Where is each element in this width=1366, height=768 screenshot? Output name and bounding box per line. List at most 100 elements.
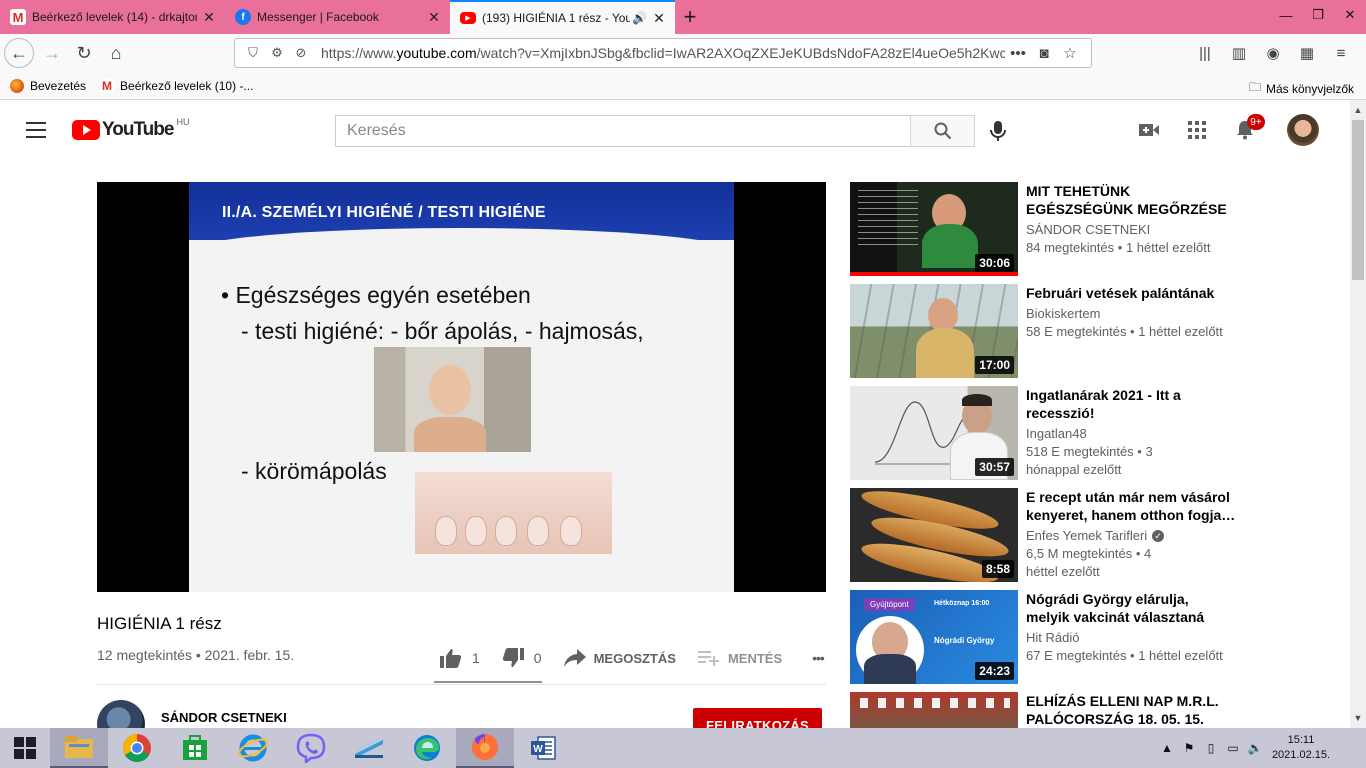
close-tab-icon[interactable]: ✕ (201, 9, 217, 26)
video-info: Nógrádi György elárulja, melyik vakcinát… (1026, 590, 1236, 665)
search-button[interactable] (910, 115, 975, 147)
tab-gmail[interactable]: M Beérkező levelek (14) - drkajtorn ✕ (0, 0, 225, 34)
other-bookmarks-label: Más könyvjelzők (1265, 81, 1354, 96)
dislike-button[interactable]: 0 (502, 648, 542, 668)
video-thumbnail[interactable]: 8:58 (850, 488, 1018, 582)
autoplay-blocked-icon[interactable]: ⊘ (291, 45, 311, 61)
duration-badge: 30:06 (975, 254, 1014, 272)
other-bookmarks[interactable]: 🗀 Más könyvjelzők (1249, 78, 1354, 99)
extensions-icon[interactable]: ▦ (1290, 38, 1324, 68)
sidebar-icon[interactable]: ▥ (1222, 38, 1256, 68)
recommended-channel[interactable]: Ingatlan48 (1026, 426, 1236, 441)
internet-explorer-icon[interactable] (224, 728, 282, 768)
recommended-channel[interactable]: Enfes Yemek Tarifleri ✓ (1026, 528, 1236, 543)
video-thumbnail[interactable]: 30:57 (850, 386, 1018, 480)
bookmark-star-icon[interactable]: ☆ (1057, 44, 1083, 62)
browser-tab-strip: M Beérkező levelek (14) - drkajtorn ✕ f … (0, 0, 1366, 34)
store-icon[interactable] (166, 728, 224, 768)
recommended-channel[interactable]: Biokiskertem (1026, 306, 1236, 321)
clock[interactable]: 15:11 2021.02.15. (1266, 733, 1336, 763)
thumbs-down-icon (502, 648, 524, 667)
recommended-video[interactable]: Gyújtópont Hétköznap 16:00 Nógrádi Györg… (850, 590, 1250, 684)
url-bar[interactable]: ⛉ ⚙ ⊘ https://www.youtube.com/watch?v=Xm… (234, 38, 1092, 68)
flag-icon[interactable]: ⚑ (1178, 741, 1200, 755)
hamburger-menu-icon[interactable] (26, 122, 46, 138)
new-tab-button[interactable]: + (675, 0, 705, 34)
recommended-title[interactable]: Ingatlanárak 2021 - Itt a recesszió! (1026, 386, 1236, 422)
back-button[interactable]: ← (4, 38, 34, 68)
minimize-icon[interactable]: — (1270, 0, 1302, 30)
tab-youtube[interactable]: ▶ (193) HIGIÉNIA 1 rész - YouTube 🔊 ✕ (450, 0, 675, 34)
recommended-video[interactable]: 8:58 E recept után már nem vásárol kenye… (850, 488, 1250, 582)
video-thumbnail[interactable]: 30:06 (850, 182, 1018, 276)
volume-icon[interactable]: 🔈 (1244, 741, 1266, 755)
edge-icon[interactable] (398, 728, 456, 768)
save-button[interactable]: MENTÉS (697, 650, 782, 666)
recommended-title[interactable]: Nógrádi György elárulja, melyik vakcinát… (1026, 590, 1236, 626)
close-window-icon[interactable]: ✕ (1334, 0, 1366, 30)
scanner-app-icon[interactable] (340, 728, 398, 768)
shield-icon[interactable]: ⛉ (243, 45, 263, 61)
youtube-logo[interactable]: YouTube HU (72, 117, 189, 141)
viber-icon[interactable] (282, 728, 340, 768)
permissions-icon[interactable]: ⚙ (267, 45, 287, 61)
forward-button[interactable]: → (36, 37, 68, 69)
reload-button[interactable]: ↻ (68, 37, 100, 69)
share-button[interactable]: MEGOSZTÁS (563, 649, 676, 667)
pocket-icon[interactable]: ◙ (1031, 45, 1057, 62)
speaker-icon[interactable]: 🔊 (632, 11, 647, 25)
scroll-up-icon[interactable]: ▲ (1350, 102, 1366, 118)
recommended-video[interactable]: 17:00 Februári vetések palántának Biokis… (850, 284, 1250, 378)
more-actions-button[interactable]: ••• (812, 650, 825, 666)
recommended-title[interactable]: MIT TEHETÜNK EGÉSZSÉGÜNK MEGŐRZÉSE ÉRDEK… (1026, 182, 1236, 218)
recommended-video[interactable]: 30:06 MIT TEHETÜNK EGÉSZSÉGÜNK MEGŐRZÉSE… (850, 182, 1250, 276)
menu-icon[interactable]: ≡ (1324, 38, 1358, 68)
video-info: Februári vetések palántának Biokiskertem… (1026, 284, 1236, 341)
close-tab-icon[interactable]: ✕ (651, 10, 667, 27)
video-thumbnail[interactable] (850, 692, 1018, 728)
video-player[interactable]: II./A. SZEMÉLYI HIGIÉNÉ / TESTI HIGIÉNE … (97, 182, 826, 592)
close-tab-icon[interactable]: ✕ (426, 9, 442, 26)
recommended-video[interactable]: 30:57 Ingatlanárak 2021 - Itt a recesszi… (850, 386, 1250, 480)
network-icon[interactable]: ▭ (1222, 741, 1244, 755)
home-button[interactable]: ⌂ (100, 37, 132, 69)
tab-title: (193) HIGIÉNIA 1 rész - YouTube (482, 11, 630, 25)
video-thumbnail[interactable]: 17:00 (850, 284, 1018, 378)
video-thumbnail[interactable]: Gyújtópont Hétköznap 16:00 Nógrádi Györg… (850, 590, 1018, 684)
folder-icon: 🗀 (1248, 80, 1261, 94)
device-icon[interactable]: ▯ (1200, 741, 1222, 755)
microphone-icon[interactable] (985, 118, 1011, 144)
chrome-icon[interactable] (108, 728, 166, 768)
library-icon[interactable]: ||| (1188, 38, 1222, 68)
recommended-channel[interactable]: SÁNDOR CSETNEKI (1026, 222, 1236, 237)
recommended-title[interactable]: ELHÍZÁS ELLENI NAP M.R.L. PALÓCORSZÁG 18… (1026, 692, 1236, 728)
file-explorer-icon[interactable] (50, 728, 108, 768)
tab-messenger[interactable]: f Messenger | Facebook ✕ (225, 0, 450, 34)
page-scrollbar[interactable]: ▲ ▼ (1350, 100, 1366, 728)
recommended-channel[interactable]: Hit Rádió (1026, 630, 1236, 645)
word-icon[interactable]: W (514, 728, 572, 768)
page-actions-icon[interactable]: ••• (1005, 45, 1031, 62)
slide-line: - testi higiéné: - bőr ápolás, - hajmosá… (241, 318, 644, 344)
firefox-taskbar-icon[interactable] (456, 728, 514, 768)
scroll-down-icon[interactable]: ▼ (1350, 710, 1366, 726)
video-meta: 12 megtekintés • 2021. febr. 15. (97, 647, 295, 663)
like-button[interactable]: 1 (440, 648, 480, 668)
windows-start-icon[interactable] (0, 728, 50, 768)
create-video-icon[interactable] (1137, 118, 1161, 142)
restore-icon[interactable]: ❐ (1302, 0, 1334, 30)
channel-name[interactable]: SÁNDOR CSETNEKI (161, 710, 287, 725)
recommended-title[interactable]: E recept után már nem vásárol kenyeret, … (1026, 488, 1236, 524)
url-text[interactable]: https://www.youtube.com/watch?v=XmjIxbnJ… (321, 45, 1005, 61)
bookmark-gmail[interactable]: M Beérkező levelek (10) -... (100, 78, 253, 93)
recommended-video[interactable]: ELHÍZÁS ELLENI NAP M.R.L. PALÓCORSZÁG 18… (850, 692, 1250, 728)
user-avatar[interactable] (1287, 114, 1319, 146)
scroll-thumb[interactable] (1352, 120, 1364, 280)
account-icon[interactable]: ◉ (1256, 38, 1290, 68)
show-hidden-icons-icon[interactable]: ▲ (1156, 741, 1178, 755)
recommended-title[interactable]: Februári vetések palántának (1026, 284, 1236, 302)
bookmark-bevezetes[interactable]: Bevezetés (10, 78, 86, 93)
logo-text: YouTube (102, 119, 174, 140)
apps-grid-icon[interactable] (1185, 118, 1209, 142)
search-input[interactable]: Keresés (335, 115, 911, 147)
